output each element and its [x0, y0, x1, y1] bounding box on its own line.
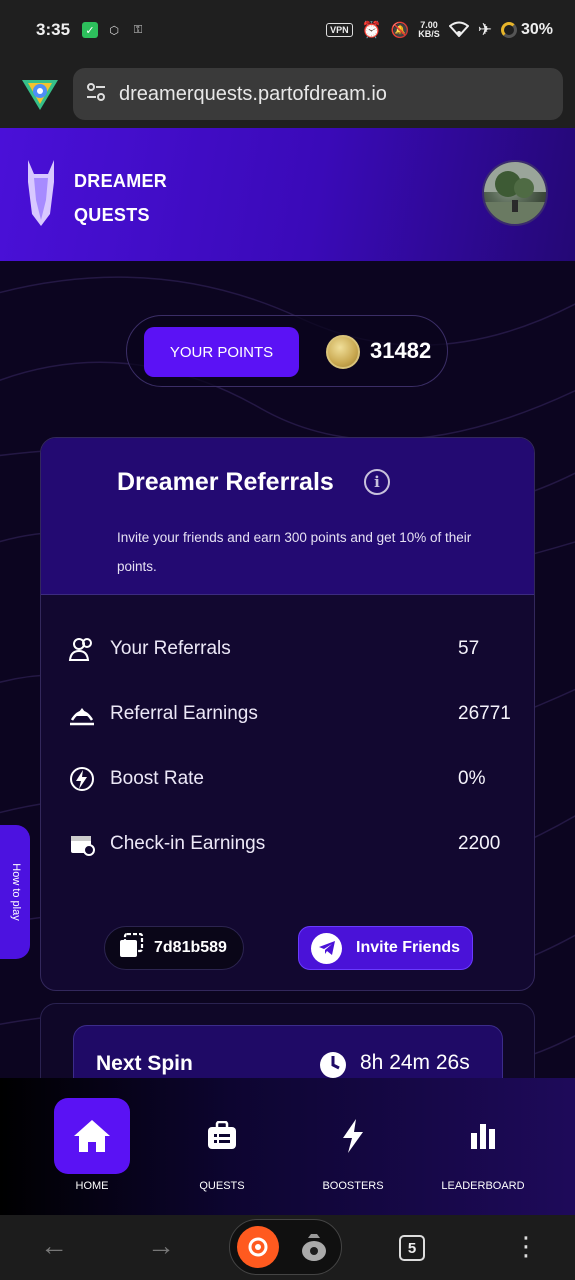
horse-logo-icon	[28, 160, 54, 226]
url-field[interactable]: dreamerquests.partofdream.io	[73, 68, 563, 120]
points-value: 31482	[370, 338, 432, 363]
quests-icon	[208, 1121, 236, 1149]
nav-label: HOME	[75, 1180, 109, 1192]
brand-name: DREAMER QUESTS	[74, 171, 168, 225]
home-icon	[74, 1120, 110, 1152]
nav-label: BOOSTERS	[322, 1180, 384, 1192]
stat-label: Referral Earnings	[110, 703, 258, 724]
status-bar: 3:35 ✓ ⬡ ⚿ VPN ⏰ 🔕 7.00 KB/S ✈ 30%	[0, 0, 575, 60]
earnings-icon	[68, 700, 96, 728]
site-settings-icon[interactable]	[85, 81, 107, 108]
wallet-bag-icon[interactable]	[300, 1232, 328, 1267]
your-points-button[interactable]: YOUR POINTS	[144, 327, 299, 377]
stat-value: 57	[458, 638, 480, 659]
back-arrow-icon[interactable]: ←	[40, 1231, 68, 1261]
stat-value: 0%	[458, 768, 486, 789]
app-header: DREAMER QUESTS	[0, 128, 575, 261]
nav-boosters[interactable]: BOOSTERS	[293, 1098, 413, 1192]
next-spin-label: Next Spin	[96, 1052, 193, 1075]
mute-icon: 🔕	[390, 22, 410, 39]
calendar-icon	[68, 830, 96, 858]
referrals-description: Invite your friends and earn 300 points …	[117, 530, 472, 574]
coin-icon	[326, 335, 360, 369]
bar-chart-icon	[471, 1124, 495, 1149]
stat-row-checkin: Check-in Earnings 2200	[68, 828, 513, 860]
points-display: YOUR POINTS 31482	[126, 315, 448, 387]
lightning-icon	[343, 1119, 363, 1153]
referral-code-copy[interactable]: 7d81b589	[104, 926, 244, 970]
browser-bottom-bar: ← → 5 ⋮	[0, 1215, 575, 1280]
stat-value: 2200	[458, 833, 501, 854]
invite-friends-button[interactable]: Invite Friends	[298, 926, 473, 970]
next-spin-timer: 8h 24m 26s	[360, 1051, 470, 1074]
telegram-icon	[311, 932, 342, 964]
app-notification-icon: ⬡	[109, 24, 119, 37]
how-to-play-tab[interactable]: How to play	[0, 825, 30, 959]
airplane-icon: ✈	[477, 20, 492, 39]
stat-label: Check-in Earnings	[110, 833, 266, 854]
nav-leaderboard[interactable]: LEADERBOARD	[423, 1098, 543, 1192]
stat-row-earnings: Referral Earnings 26771	[68, 698, 513, 730]
alarm-icon: ⏰	[361, 22, 382, 39]
wifi-icon	[448, 21, 470, 40]
url-text[interactable]: dreamerquests.partofdream.io	[119, 83, 387, 106]
browser-toolbar: dreamerquests.partofdream.io	[0, 60, 575, 128]
browser-quick-actions	[229, 1219, 342, 1275]
referrals-card: Dreamer Referrals i Invite your friends …	[40, 437, 535, 991]
browser-logo-icon[interactable]	[20, 74, 60, 114]
network-speed: 7.00 KB/S	[418, 20, 440, 39]
users-icon	[68, 635, 96, 663]
nav-quests[interactable]: QUESTS	[162, 1098, 282, 1192]
vpn-badge: VPN	[326, 23, 353, 37]
stat-label: Your Referrals	[110, 638, 231, 659]
info-icon[interactable]: i	[364, 469, 390, 495]
how-to-play-label: How to play	[10, 863, 22, 921]
battery-indicator: 30%	[500, 21, 553, 39]
nav-label: LEADERBOARD	[441, 1180, 525, 1192]
brave-rewards-icon[interactable]	[237, 1226, 279, 1268]
stat-row-boost: Boost Rate 0%	[68, 763, 513, 795]
nav-home[interactable]: HOME	[32, 1098, 152, 1192]
tab-count-button[interactable]: 5	[399, 1235, 425, 1261]
boost-icon	[68, 765, 96, 793]
referral-code: 7d81b589	[154, 939, 227, 956]
clock-icon	[320, 1052, 346, 1078]
forward-arrow-icon[interactable]: →	[147, 1231, 175, 1261]
avatar[interactable]	[482, 160, 548, 226]
referrals-title: Dreamer Referrals	[117, 468, 334, 496]
copy-icon	[118, 932, 144, 964]
shield-check-icon: ✓	[82, 22, 99, 38]
status-time: 3:35	[36, 20, 71, 39]
menu-more-icon[interactable]: ⋮	[513, 1231, 539, 1261]
stat-row-referrals: Your Referrals 57	[68, 633, 513, 665]
app-bottom-nav: HOME QUESTS BOOSTERS LEADERBOARD	[0, 1078, 575, 1215]
stat-label: Boost Rate	[110, 768, 204, 789]
referrals-header: Dreamer Referrals i Invite your friends …	[41, 438, 534, 595]
key-icon: ⚿	[133, 23, 143, 36]
stat-value: 26771	[458, 703, 511, 724]
battery-icon	[500, 22, 517, 38]
app-content: DREAMER QUESTS YOUR POINTS 31482 Dreamer…	[0, 128, 575, 1215]
nav-label: QUESTS	[199, 1180, 245, 1192]
invite-label: Invite Friends	[356, 939, 461, 956]
